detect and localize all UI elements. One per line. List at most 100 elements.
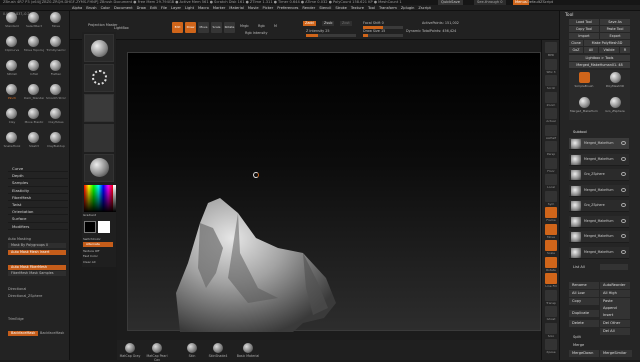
gradient-label[interactable]: Gradient bbox=[83, 213, 96, 217]
alternate-button[interactable]: Alternate bbox=[83, 242, 113, 247]
rotate-button[interactable]: Rotate bbox=[224, 22, 235, 33]
material-thumb[interactable] bbox=[84, 154, 114, 182]
texture-thumb[interactable] bbox=[84, 124, 114, 152]
brush-claytubes[interactable]: ClayTubes bbox=[46, 108, 66, 128]
menu-layer[interactable]: Layer bbox=[171, 6, 181, 10]
menu-tool[interactable]: Tool bbox=[368, 6, 375, 10]
menu-light[interactable]: Light bbox=[185, 6, 194, 10]
autoreorder-button[interactable]: AutoReorder bbox=[600, 282, 630, 289]
material-skinshade4[interactable]: SkinShade4 bbox=[205, 343, 231, 358]
menu-movie[interactable]: Movie bbox=[248, 6, 259, 10]
visibility-eye-icon[interactable] bbox=[621, 234, 626, 238]
rgb-intensity-slider[interactable]: Rgb Intensity bbox=[245, 31, 268, 35]
all-low-button[interactable]: All Low bbox=[569, 290, 599, 297]
brush-hpolish[interactable]: hPolish bbox=[2, 60, 22, 80]
edit-button[interactable]: Edit bbox=[172, 22, 183, 33]
subtool-item[interactable]: Merged_MakeHum bbox=[569, 153, 629, 166]
tool-thumb-gro-zsphere[interactable]: Gro_ZSphere bbox=[601, 96, 629, 118]
view-ghost-button[interactable] bbox=[545, 306, 557, 317]
alpha-thumb[interactable] bbox=[84, 94, 114, 122]
subtool-item[interactable]: Merged_MakeHum bbox=[569, 215, 629, 228]
texture-off-button[interactable]: Texture Off bbox=[83, 249, 99, 253]
subtool-item[interactable]: Merged_MakeHum bbox=[569, 246, 629, 259]
clear-all-button[interactable]: Clear All bbox=[83, 260, 96, 264]
brush-flatten[interactable]: Flatten bbox=[46, 60, 66, 80]
visibility-eye-icon[interactable] bbox=[621, 203, 626, 207]
z-intensity-slider[interactable]: Z Intensity 25 bbox=[306, 29, 330, 33]
split-section[interactable]: Split bbox=[573, 335, 581, 339]
brush-move[interactable]: Move bbox=[46, 12, 66, 32]
view-floor-button[interactable] bbox=[545, 157, 557, 169]
brush-clay[interactable]: Clay bbox=[2, 108, 22, 128]
subpalette-modifiers[interactable]: Modifiers bbox=[8, 223, 68, 230]
menu-picker[interactable]: Picker bbox=[263, 6, 274, 10]
subtool-item[interactable]: Merged_MakeHum bbox=[569, 138, 629, 150]
material-basic-material[interactable]: Basic Material bbox=[235, 343, 261, 358]
brush-claybuildup[interactable]: ClayBuildup bbox=[46, 132, 66, 152]
clone-button[interactable]: Clone bbox=[569, 40, 583, 46]
zcut-button[interactable]: Zcut bbox=[340, 21, 352, 26]
brush-smooth-stronger[interactable]: Smooth Stronger bbox=[46, 84, 66, 104]
insert-button[interactable]: Insert bbox=[600, 312, 630, 319]
rgb-button[interactable]: Rgb bbox=[258, 24, 265, 28]
menu-draw[interactable]: Draw bbox=[137, 6, 146, 10]
rename-button[interactable]: Rename bbox=[569, 282, 599, 289]
menu-brush[interactable]: Brush bbox=[86, 6, 96, 10]
material-matcap-gray[interactable]: MatCap Gray bbox=[117, 343, 143, 358]
view-actual-button[interactable] bbox=[545, 108, 557, 119]
visibility-eye-icon[interactable] bbox=[621, 218, 626, 223]
view-solo-button[interactable] bbox=[545, 322, 557, 334]
view-scale-button[interactable] bbox=[545, 240, 557, 251]
visibility-eye-icon[interactable] bbox=[621, 187, 626, 192]
menu-material[interactable]: Material bbox=[229, 6, 244, 10]
tool-thumb-polymesh3d[interactable]: PolyMesh3D bbox=[601, 71, 629, 93]
visibility-eye-icon[interactable] bbox=[621, 156, 626, 161]
fibermesh-mask-samples-slider[interactable]: FiberMesh Mask Samples bbox=[8, 271, 66, 276]
tool-thumb-merged-makehuman01[interactable]: Merged_MakeHuman01 bbox=[570, 96, 598, 118]
draw-size-track[interactable] bbox=[363, 34, 403, 37]
view-transp-button[interactable] bbox=[545, 289, 557, 301]
lightbox-button[interactable]: LightBox bbox=[114, 26, 129, 30]
m-button[interactable]: M bbox=[274, 24, 277, 28]
paste-tool-button[interactable]: Paste Tool bbox=[600, 26, 630, 32]
menu-alpha[interactable]: Alpha bbox=[72, 6, 82, 10]
view-move-button[interactable] bbox=[545, 223, 557, 235]
all-button[interactable]: All bbox=[584, 47, 598, 53]
menu-edit[interactable]: Edit bbox=[150, 6, 157, 10]
color-picker[interactable] bbox=[84, 185, 116, 212]
all-high-button[interactable]: All High bbox=[600, 290, 630, 297]
stroke-thumb[interactable] bbox=[84, 64, 114, 92]
brush-snakehook[interactable]: SnakeHook bbox=[2, 132, 22, 152]
save-as-button[interactable]: Save As bbox=[600, 19, 630, 25]
subtool-item[interactable]: Merged_MakeHum bbox=[569, 231, 629, 243]
del-other-button[interactable]: Del Other bbox=[600, 320, 630, 327]
visibility-eye-icon[interactable] bbox=[621, 249, 626, 254]
view-persp-button[interactable] bbox=[545, 141, 557, 152]
subpalette-curve[interactable]: Curve bbox=[8, 165, 68, 173]
view-xpose-button[interactable] bbox=[545, 339, 557, 350]
brush-pinch[interactable]: Pinch bbox=[2, 84, 22, 104]
subtool-item[interactable]: Merged_MakeHum bbox=[569, 184, 629, 197]
visibility-eye-icon[interactable] bbox=[621, 141, 626, 145]
view-local-button[interactable] bbox=[545, 174, 557, 185]
view-sym-button[interactable] bbox=[545, 190, 557, 202]
brush-inflat[interactable]: Inflat bbox=[24, 60, 44, 80]
brush-dam-standard[interactable]: Dam_Standard bbox=[24, 84, 44, 104]
menu-macro[interactable]: Macro bbox=[198, 6, 209, 10]
del-all-button[interactable]: Del All bbox=[600, 328, 630, 335]
copy-button[interactable]: Copy bbox=[569, 298, 599, 305]
menu-color[interactable]: Color bbox=[101, 6, 110, 10]
delete-button[interactable]: Delete bbox=[569, 320, 599, 327]
current-tool-slider[interactable]: Merged_MakeHuman01. 48 bbox=[569, 62, 630, 68]
visibility-eye-icon[interactable] bbox=[621, 172, 626, 176]
view-frame-button[interactable] bbox=[545, 207, 557, 218]
subpalette-elasticity[interactable]: Elasticity bbox=[8, 187, 68, 194]
backface-mask-button[interactable]: BackfaceMask bbox=[8, 331, 38, 336]
lightbox-tools-button[interactable]: Lightbox > Tools bbox=[569, 55, 630, 61]
merge-similar-button[interactable]: MergeSimilar bbox=[600, 350, 632, 357]
subpalette-samples[interactable]: Samples bbox=[8, 179, 68, 187]
view-zoom-button[interactable] bbox=[545, 91, 557, 103]
duplicate-button[interactable]: Duplicate bbox=[569, 310, 599, 317]
view-aahalf-button[interactable] bbox=[545, 124, 557, 136]
load-tool-button[interactable]: Load Tool bbox=[569, 19, 599, 25]
